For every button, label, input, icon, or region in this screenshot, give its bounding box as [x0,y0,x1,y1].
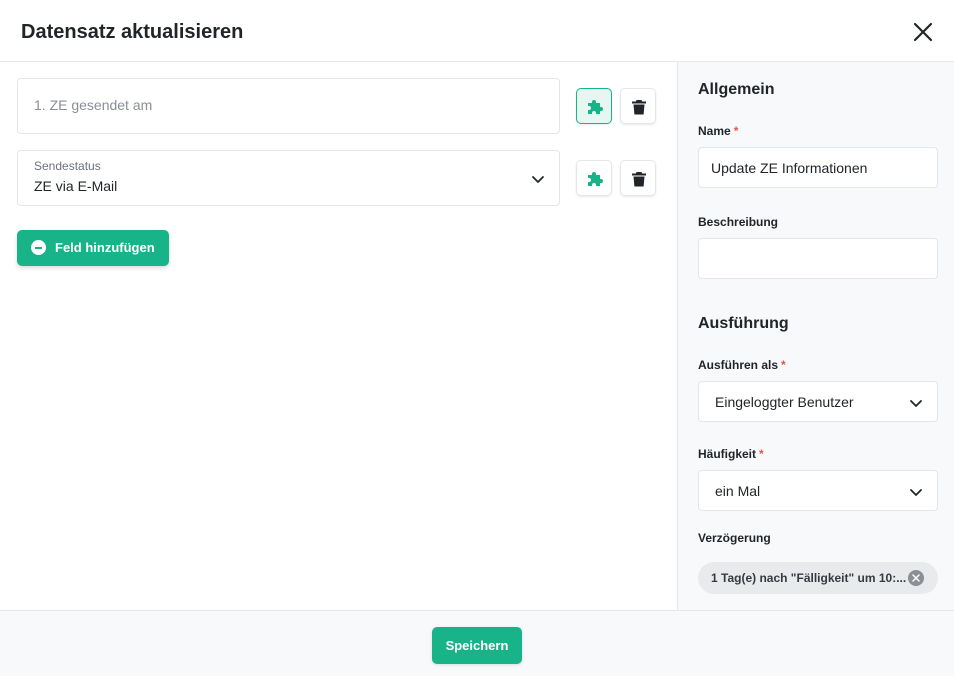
frequency-label-text: Häufigkeit [698,447,757,461]
chevron-down-icon [532,176,544,183]
name-input[interactable]: Update ZE Informationen [698,147,938,188]
plus-circle-icon [31,240,46,255]
name-value: Update ZE Informationen [711,160,868,176]
frequency-value: ein Mal [715,483,761,499]
frequency-label: Häufigkeit * [698,447,764,461]
run-as-label: Ausführen als * [698,358,786,372]
section-general-heading: Allgemein [698,81,775,98]
field-1-placeholder: 1. ZE gesendet am [34,97,153,113]
field-1-delete-button[interactable] [620,88,656,124]
sendestatus-select[interactable]: Sendestatus ZE via E-Mail [17,150,560,206]
run-as-value: Eingeloggter Benutzer [715,394,854,410]
delay-label: Verzögerung [698,531,771,545]
name-label: Name * [698,124,738,138]
dialog-title: Datensatz aktualisieren [21,21,244,43]
trash-icon [632,172,646,187]
description-label: Beschreibung [698,215,779,229]
remove-delay-button[interactable] [908,570,924,586]
run-as-select[interactable]: Eingeloggter Benutzer [698,381,938,422]
update-record-dialog: Datensatz aktualisieren 1. ZE gesendet a… [0,0,954,676]
field-1-variable-button[interactable] [576,88,612,124]
dialog-footer: Speichern [0,610,954,676]
description-input[interactable] [698,238,938,279]
close-icon [913,22,933,42]
required-mark: * [733,124,739,138]
required-mark: * [759,447,764,461]
section-execution-heading: Ausführung [698,315,789,332]
settings-sidebar: Allgemein Name * Update ZE Informationen … [677,62,954,610]
dialog-header: Datensatz aktualisieren [0,0,954,62]
add-field-button[interactable]: Feld hinzufügen [17,230,169,266]
close-button[interactable] [909,18,937,46]
sendestatus-value: ZE via E-Mail [34,178,118,194]
add-field-label: Feld hinzufügen [55,240,155,255]
field-2-variable-button[interactable] [576,160,612,196]
puzzle-icon [588,100,603,114]
required-mark: * [781,358,786,372]
field-1-input[interactable]: 1. ZE gesendet am [17,78,560,134]
delay-value: 1 Tag(e) nach "Fälligkeit" um 10:... [711,571,907,585]
puzzle-icon [588,172,603,186]
chevron-down-icon [910,489,922,496]
field-2-delete-button[interactable] [620,160,656,196]
name-label-text: Name [698,124,731,138]
run-as-label-text: Ausführen als [698,358,779,372]
close-icon [912,574,920,582]
field-mapping-panel: 1. ZE gesendet am Sendestatus ZE via E-M… [0,62,677,610]
delay-chip[interactable]: 1 Tag(e) nach "Fälligkeit" um 10:... [698,562,938,594]
save-button[interactable]: Speichern [432,627,522,664]
chevron-down-icon [910,400,922,407]
frequency-select[interactable]: ein Mal [698,470,938,511]
trash-icon [632,100,646,115]
sendestatus-label: Sendestatus [34,159,101,173]
